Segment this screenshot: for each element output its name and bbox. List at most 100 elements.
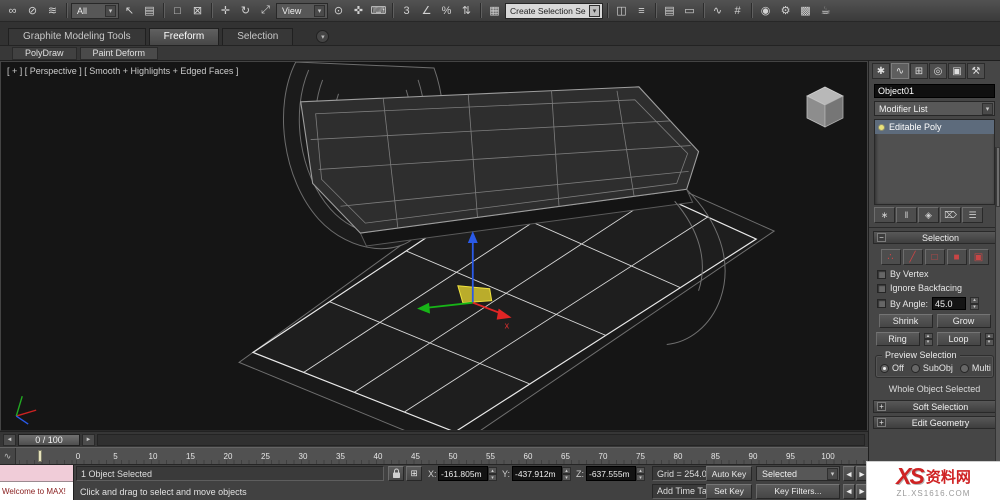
collapse-icon[interactable]: − bbox=[877, 233, 886, 242]
angle-value-field[interactable]: 45.0 bbox=[932, 297, 967, 310]
keyboard-override-icon[interactable]: ⌨ bbox=[369, 2, 388, 20]
angle-snap-icon[interactable]: ∠ bbox=[417, 2, 436, 20]
z-coordinate-field[interactable]: -637.555m bbox=[586, 466, 636, 481]
time-slider-handle[interactable]: 0 / 100 bbox=[18, 433, 80, 446]
tab-freeform[interactable]: Freeform bbox=[148, 28, 220, 45]
tab-selection[interactable]: Selection bbox=[222, 28, 294, 45]
absolute-mode-toggle[interactable]: ⊞ bbox=[406, 466, 422, 481]
play-backward-button[interactable]: ◄ bbox=[843, 483, 855, 499]
border-subobject-icon[interactable]: □ bbox=[924, 249, 945, 265]
preview-multi-option[interactable]: Multi bbox=[959, 363, 991, 373]
modifier-stack[interactable]: Editable Poly bbox=[874, 119, 995, 205]
select-and-manipulate-icon[interactable]: ✜ bbox=[349, 2, 368, 20]
remove-modifier-icon[interactable]: ⌦ bbox=[940, 207, 961, 223]
spinner-up-icon[interactable]: ▴ bbox=[562, 467, 571, 474]
z-spinner[interactable]: ▴ ▾ bbox=[636, 467, 645, 481]
listener-row[interactable]: Welcome to MAX! bbox=[0, 482, 73, 500]
ring-spinner[interactable]: ▴ ▾ bbox=[923, 332, 933, 346]
ring-button[interactable]: Ring bbox=[875, 332, 920, 346]
show-end-result-icon[interactable]: ‖ bbox=[896, 207, 917, 223]
current-frame-marker[interactable] bbox=[38, 450, 42, 462]
select-object-icon[interactable]: ↖ bbox=[120, 2, 139, 20]
scrollbar-thumb[interactable] bbox=[996, 147, 1000, 207]
set-key-button[interactable]: Set Key bbox=[706, 483, 752, 499]
align-icon[interactable]: ≡ bbox=[632, 2, 651, 20]
auto-key-button[interactable]: Auto Key bbox=[706, 466, 752, 481]
spinner-snap-icon[interactable]: ⇅ bbox=[457, 2, 476, 20]
track-bar[interactable]: ∿ 0 5 10 15 20 25 30 35 40 45 50 55 60 65 70 75 80 85 90 95… bbox=[0, 447, 868, 464]
by-vertex-checkbox[interactable] bbox=[877, 269, 886, 279]
viewport-canvas[interactable]: x bbox=[1, 62, 867, 430]
select-and-move-icon[interactable]: ✛ bbox=[216, 2, 235, 20]
window-crossing-icon[interactable]: ⊠ bbox=[188, 2, 207, 20]
expand-icon[interactable]: + bbox=[877, 418, 886, 427]
spinner-down-icon[interactable]: ▾ bbox=[488, 474, 497, 481]
radio-off-icon[interactable] bbox=[959, 363, 969, 373]
previous-key-button[interactable]: ◄ bbox=[843, 466, 855, 481]
spinner-down-icon[interactable]: ▾ bbox=[984, 339, 994, 346]
shrink-button[interactable]: Shrink bbox=[878, 314, 933, 328]
schematic-view-icon[interactable]: # bbox=[728, 2, 747, 20]
selection-lock-toggle[interactable] bbox=[388, 466, 404, 481]
x-coordinate-field[interactable]: -161.805m bbox=[438, 466, 488, 481]
preview-subobj-option[interactable]: SubObj bbox=[910, 363, 953, 373]
panel-polydraw[interactable]: PolyDraw bbox=[12, 46, 77, 60]
previous-frame-button[interactable]: ◄ bbox=[3, 433, 16, 446]
grow-button[interactable]: Grow bbox=[936, 314, 991, 328]
utilities-tab-icon[interactable]: ⚒ bbox=[967, 63, 985, 79]
edit-named-selection-sets-icon[interactable]: ▦ bbox=[485, 2, 504, 20]
soft-selection-rollout-header[interactable]: + Soft Selection bbox=[873, 400, 996, 413]
polygon-subobject-icon[interactable]: ■ bbox=[946, 249, 967, 265]
maxscript-mini-listener[interactable]: Welcome to MAX! bbox=[0, 465, 74, 500]
y-coordinate-field[interactable]: -437.912m bbox=[512, 466, 562, 481]
spinner-up-icon[interactable]: ▴ bbox=[488, 467, 497, 474]
object-name-field[interactable]: Object01 bbox=[874, 84, 995, 98]
render-setup-icon[interactable]: ⚙ bbox=[776, 2, 795, 20]
next-frame-button[interactable]: ► bbox=[82, 433, 95, 446]
preview-off-option[interactable]: Off bbox=[880, 363, 904, 373]
selection-rollout-header[interactable]: − Selection bbox=[873, 231, 996, 244]
graphite-ribbon-icon[interactable]: ▭ bbox=[680, 2, 699, 20]
unlink-selection-icon[interactable]: ⊘ bbox=[23, 2, 42, 20]
by-angle-checkbox[interactable] bbox=[877, 299, 886, 308]
select-and-scale-icon[interactable]: ⤢ bbox=[256, 2, 275, 20]
ribbon-options-button[interactable]: ▾ bbox=[316, 30, 330, 43]
pin-stack-icon[interactable]: ∗ bbox=[874, 207, 895, 223]
bind-to-space-warp-icon[interactable]: ≋ bbox=[43, 2, 62, 20]
percent-snap-icon[interactable]: % bbox=[437, 2, 456, 20]
edit-geometry-rollout-header[interactable]: + Edit Geometry bbox=[873, 416, 996, 429]
select-and-link-icon[interactable]: ∞ bbox=[3, 2, 22, 20]
timeline-ruler[interactable]: 0 5 10 15 20 25 30 35 40 45 50 55 60 65 70 75 80 85 90 95 10… bbox=[16, 448, 868, 464]
selection-filter-dropdown[interactable]: All ▾ bbox=[71, 2, 119, 19]
rendered-frame-window-icon[interactable]: ▩ bbox=[796, 2, 815, 20]
key-selection-dropdown[interactable]: Selected ▾ bbox=[756, 466, 840, 481]
spinner-down-icon[interactable]: ▾ bbox=[636, 474, 645, 481]
angle-spinner[interactable]: ▴ ▾ bbox=[970, 297, 980, 310]
stack-item-editable-poly[interactable]: Editable Poly bbox=[875, 120, 994, 134]
macro-recorder-row[interactable] bbox=[0, 465, 73, 482]
ignore-backfacing-checkbox[interactable] bbox=[877, 283, 886, 293]
perspective-viewport[interactable]: x [ + ] [ Perspective ] [ Smooth + Highl… bbox=[0, 61, 868, 431]
curve-editor-icon[interactable]: ∿ bbox=[708, 2, 727, 20]
named-selection-set-combo[interactable]: Create Selection Se ▾ bbox=[505, 2, 603, 19]
select-by-name-icon[interactable]: ▤ bbox=[140, 2, 159, 20]
mirror-icon[interactable]: ◫ bbox=[612, 2, 631, 20]
viewport-label[interactable]: [ + ] [ Perspective ] [ Smooth + Highlig… bbox=[7, 66, 238, 76]
panel-paint-deform[interactable]: Paint Deform bbox=[79, 46, 159, 60]
panel-scrollbar[interactable] bbox=[995, 147, 1000, 464]
open-mini-curve-editor-button[interactable]: ∿ bbox=[0, 448, 16, 464]
viewcube[interactable] bbox=[805, 84, 845, 130]
spinner-down-icon[interactable]: ▾ bbox=[970, 303, 980, 310]
loop-spinner[interactable]: ▴ ▾ bbox=[984, 332, 994, 346]
hierarchy-tab-icon[interactable]: ⊞ bbox=[910, 63, 928, 79]
select-and-rotate-icon[interactable]: ↻ bbox=[236, 2, 255, 20]
layer-manager-icon[interactable]: ▤ bbox=[660, 2, 679, 20]
radio-on-icon[interactable] bbox=[880, 363, 889, 373]
time-slider-track[interactable] bbox=[97, 433, 865, 446]
vertex-subobject-icon[interactable]: ∴ bbox=[880, 249, 901, 265]
tab-graphite-modeling-tools[interactable]: Graphite Modeling Tools bbox=[8, 28, 146, 45]
motion-tab-icon[interactable]: ◎ bbox=[929, 63, 947, 79]
radio-off-icon[interactable] bbox=[910, 363, 920, 373]
snap-toggle-icon[interactable]: 3 bbox=[397, 2, 416, 20]
selection-region-icon[interactable]: □ bbox=[168, 2, 187, 20]
